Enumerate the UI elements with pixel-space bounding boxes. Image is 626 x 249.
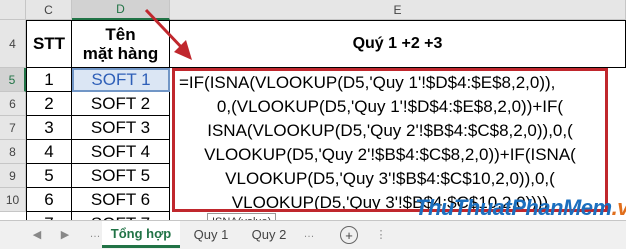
annotation-arrow-icon: [144, 8, 192, 60]
formula-line: ISNA(VLOOKUP(D5,'Quy 2'!$B$4:$C$8,2,0)),…: [207, 121, 573, 140]
stt-cell[interactable]: 5: [26, 164, 72, 188]
item-cell[interactable]: SOFT 3: [72, 116, 170, 140]
tab-scroll-right-icon[interactable]: ▶: [56, 225, 74, 243]
stt-cell[interactable]: 3: [26, 116, 72, 140]
item-cell[interactable]: SOFT 7: [72, 212, 170, 220]
row-header-10[interactable]: 10: [0, 188, 26, 212]
row-header-8[interactable]: 8: [0, 140, 26, 164]
row-header-5[interactable]: 5: [0, 68, 26, 92]
formula-line: =IF(ISNA(VLOOKUP(D5,'Quy 1'!$D$4:$E$8,2,…: [179, 73, 556, 92]
select-all-corner[interactable]: [0, 0, 26, 20]
tab-scroll-left-icon[interactable]: ◀: [28, 225, 46, 243]
watermark-text: ThuThuatPhanMem: [415, 195, 612, 220]
row-header-9[interactable]: 9: [0, 164, 26, 188]
stt-cell[interactable]: 6: [26, 188, 72, 212]
tab-tong-hop[interactable]: Tổng hợp: [102, 221, 180, 248]
tab-quy-2[interactable]: Quy 2: [242, 221, 296, 248]
item-cell[interactable]: SOFT 2: [72, 92, 170, 116]
header-ten: Tên: [105, 25, 136, 44]
stt-cell[interactable]: 7: [26, 212, 72, 220]
stt-cell[interactable]: 4: [26, 140, 72, 164]
formula-line: VLOOKUP(D5,'Quy 2'!$B$4:$C$8,2,0))+IF(IS…: [204, 145, 576, 164]
header-stt[interactable]: STT: [26, 20, 72, 68]
row-header-4[interactable]: 4: [0, 20, 26, 68]
column-header-e[interactable]: E: [170, 0, 626, 20]
stt-cell[interactable]: 1: [26, 68, 72, 92]
header-quy[interactable]: Quý 1 +2 +3: [170, 20, 626, 68]
item-cell[interactable]: SOFT 5: [72, 164, 170, 188]
column-header-c[interactable]: C: [26, 0, 72, 20]
item-cell-selected[interactable]: SOFT 1: [72, 68, 170, 92]
formula-edit-cell[interactable]: =IF(ISNA(VLOOKUP(D5,'Quy 1'!$D$4:$E$8,2,…: [172, 68, 608, 212]
watermark-domain: .vn: [611, 195, 626, 220]
spreadsheet-grid: C D E 4 5 6 7 8 9 10 STT Tên mặt hàng Qu…: [0, 0, 626, 220]
formula-line: VLOOKUP(D5,'Quy 3'!$B$4:$C$10,2,0)),0,(: [225, 169, 555, 188]
tab-quy-1[interactable]: Quy 1: [184, 221, 238, 248]
formula-line: 0,(VLOOKUP(D5,'Quy 1'!$D$4:$E$8,2,0))+IF…: [216, 97, 564, 116]
add-sheet-icon[interactable]: +: [340, 226, 358, 244]
more-options-icon[interactable]: ⋮: [372, 225, 390, 243]
tab-overflow-icon[interactable]: …: [300, 225, 318, 243]
item-cell[interactable]: SOFT 6: [72, 188, 170, 212]
item-cell[interactable]: SOFT 4: [72, 140, 170, 164]
watermark-logo: ThuThuatPhanMem.vn: [415, 195, 626, 221]
row-header-7[interactable]: 7: [0, 116, 26, 140]
sheet-tab-bar: ◀ ▶ … Tổng hợp Quy 1 Quy 2 … + ⋮: [0, 220, 626, 249]
stt-cell[interactable]: 2: [26, 92, 72, 116]
row-header-6[interactable]: 6: [0, 92, 26, 116]
